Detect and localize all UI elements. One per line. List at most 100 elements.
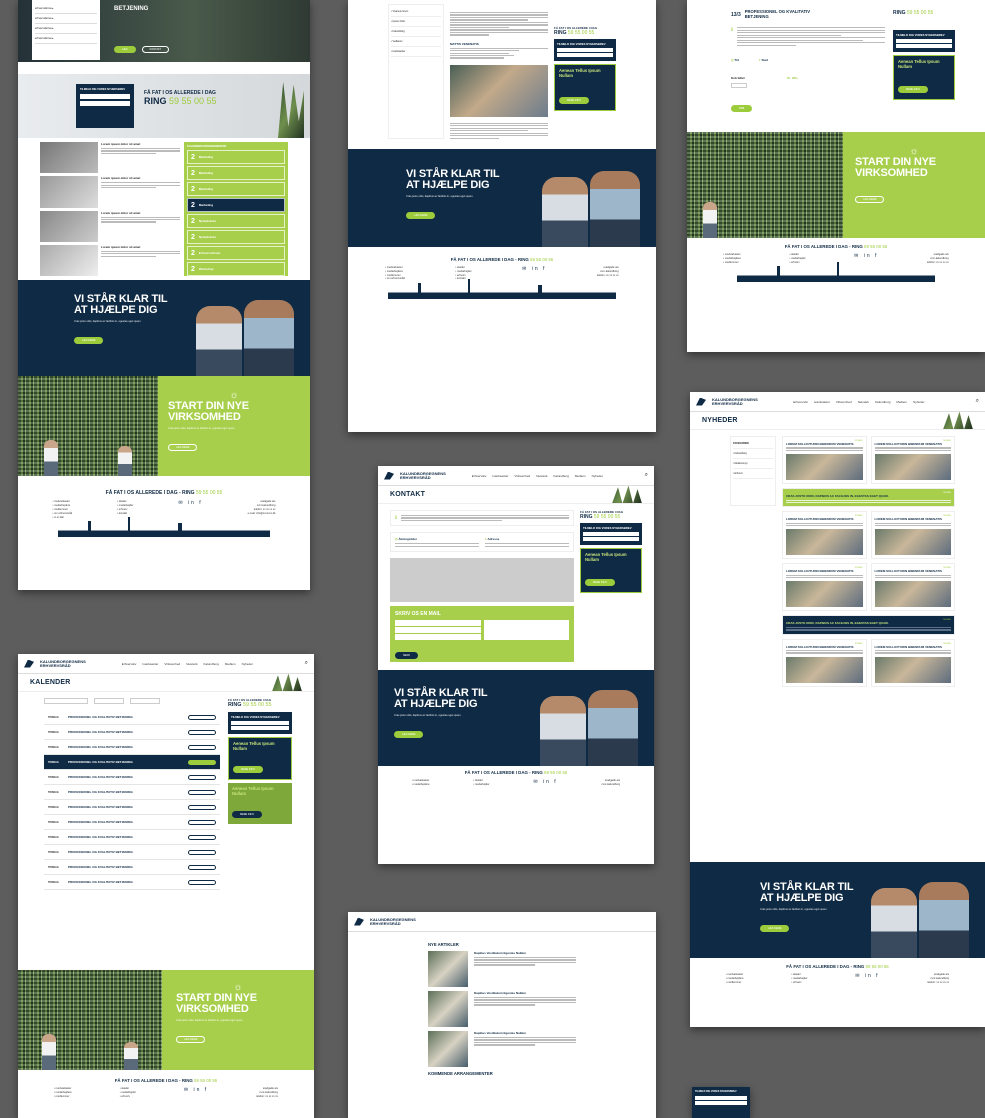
news-card[interactable]: NYHED LOREM SOLLICITUDIN BIBENDUM VENENAT… [870,563,955,612]
calendar-row[interactable]: TIRSDAG PROFESSIONEL OG KVALITATIV BETJEN… [44,725,220,740]
filter-select[interactable] [130,698,160,704]
nav-item[interactable]: Netværk [858,400,869,404]
nav-item[interactable]: Iværksætter [814,400,830,404]
step-item[interactable]: 2 Nyhedsbrev [187,230,285,244]
name-input[interactable] [395,619,481,626]
calendar-row[interactable]: TIRSDAG PROFESSIONEL OG KVALITATIV BETJEN… [44,800,220,815]
side-newsletter-input[interactable] [231,726,289,730]
calendar-row[interactable]: TIRSDAG PROFESSIONEL OG KVALITATIV BETJEN… [44,815,220,830]
calendar-row[interactable]: TIRSDAG PROFESSIONEL OG KVALITATIV BETJEN… [44,830,220,845]
step-item[interactable]: 2 Erhvervsforum [187,246,285,260]
start-cta-button[interactable]: LÆS MERE [855,196,885,204]
step-item[interactable]: 2 Marketing [187,182,285,196]
filter-select[interactable] [94,698,124,704]
nav-item[interactable]: Nyheder [242,662,253,666]
ticket-count[interactable]: Kob billet [731,76,747,88]
featured-news-card[interactable]: NYHED CRAS JUSTO ODIO, DAPIBUS AC FACILIS… [782,615,955,635]
nav-item[interactable]: Kalundborg [204,662,219,666]
phone-input[interactable] [395,633,481,640]
side-newsletter-input[interactable] [557,53,613,57]
nav-item[interactable]: Medlem [225,662,236,666]
side-info-button[interactable]: MERE INFO [233,766,263,774]
side-info-button[interactable]: MERE INFO [898,86,928,94]
calendar-row[interactable]: TIRSDAG PROFESSIONEL OG KVALITATIV BETJEN… [44,710,220,725]
nav-item[interactable]: Iværksætter [142,662,158,666]
calendar-row[interactable]: TIRSDAG PROFESSIONEL OG KVALITATIV BETJEN… [44,860,220,875]
nav-item[interactable]: Netværk [186,662,197,666]
social-icons[interactable]: ✉ in f [522,266,546,282]
buy-button[interactable]: KØB [731,104,753,112]
step-item[interactable]: 2 Marketing [187,150,285,164]
newsletter-input[interactable] [695,1101,747,1105]
article-item[interactable]: Dapibus Vestibulum Egestas Nullam [428,991,576,1027]
calendar-row[interactable]: TIRSDAG PROFESSIONEL OG KVALITATIV BETJEN… [44,740,220,755]
search-icon[interactable]: ⌕ [976,398,979,405]
side-newsletter-input[interactable] [557,48,613,52]
social-icons[interactable]: ✉ in f [178,500,202,519]
side-info-button[interactable]: MERE INFO [232,811,262,819]
help-cta-button[interactable]: LÆS MERE [760,924,790,932]
help-cta-button[interactable]: LÆS MERE [74,336,104,344]
side-newsletter-input[interactable] [896,39,952,43]
step-item[interactable]: 2 Marketing [187,166,285,180]
side-newsletter-input[interactable] [896,44,952,48]
calendar-row-active[interactable]: TIRSDAG PROFESSIONEL OG KVALITATIV BETJEN… [44,755,220,770]
social-icons[interactable]: ✉ in f [533,779,557,787]
article-item[interactable]: Dapibus Vestibulum Egestas Nullam [428,1031,576,1067]
help-cta-button[interactable]: LÆS MERE [394,730,424,738]
news-card[interactable]: NYHED LOREM SOLLICITUDIN BIBENDUM VENENAT… [870,511,955,560]
news-card[interactable]: NYHED LOREM SOLLICITUDIN BIBENDUM VENENAT… [782,638,867,687]
side-newsletter-input[interactable] [583,532,639,536]
social-icons[interactable]: ✉ in f [854,253,878,265]
send-button[interactable]: SEND [395,651,418,659]
step-item-active[interactable]: 2 Marketing [187,198,285,212]
nav-item[interactable]: Medlem [575,474,586,478]
nav-item[interactable]: Erhvervsliv [472,474,487,478]
newsletter-input[interactable] [695,1096,747,1100]
newsletter-name-input[interactable] [80,94,130,99]
filter-select[interactable] [44,698,88,704]
contact-button[interactable]: KONTAKT [141,46,170,53]
news-card[interactable]: NYHED LOREM SOLLICITUDIN BIBENDUM VENENAT… [870,638,955,687]
step-item[interactable]: 2 Nyhedsbrev [187,214,285,228]
side-info-button[interactable]: MERE INFO [585,579,615,587]
start-cta-button[interactable]: LÆS MERE [168,443,198,451]
start-cta-button[interactable]: LÆS MERE [176,1035,206,1043]
side-info-button[interactable]: MERE INFO [559,97,589,105]
calendar-row[interactable]: TIRSDAG PROFESSIONEL OG KVALITATIV BETJEN… [44,875,220,890]
calendar-row[interactable]: TIRSDAG PROFESSIONEL OG KVALITATIV BETJEN… [44,785,220,800]
search-icon[interactable]: ⌕ [305,660,308,667]
article-item[interactable]: Dapibus Vestibulum Egestas Nullam [428,951,576,987]
help-cta-button[interactable]: LÆS MERE [406,211,436,219]
nav-item[interactable]: Virksomhed [836,400,852,404]
calendar-row[interactable]: TIRSDAG PROFESSIONEL OG KVALITATIV BETJEN… [44,845,220,860]
side-newsletter-input[interactable] [583,537,639,541]
email-input[interactable] [395,626,481,633]
message-input[interactable] [483,619,569,640]
nav-item[interactable]: Erhvervsliv [122,662,137,666]
nav-item[interactable]: Nyheder [913,400,924,404]
nav-item[interactable]: Iværksætter [492,474,508,478]
nav-item[interactable]: Kalundborg [875,400,890,404]
calendar-row[interactable]: TIRSDAG PROFESSIONEL OG KVALITATIV BETJEN… [44,770,220,785]
social-icons[interactable]: ✉ in f [184,1087,208,1099]
news-card[interactable]: NYHED LOREM SOLLICITUDIN BIBENDUM VENENAT… [782,511,867,560]
news-card[interactable]: NYHED LOREM SOLLICITUDIN BIBENDUM VENENAT… [782,436,867,485]
read-button[interactable]: LÆS [114,46,136,53]
nav-item[interactable]: Nyheder [592,474,603,478]
nav-item[interactable]: Erhvervsliv [793,400,808,404]
newsletter-email-input[interactable] [80,101,130,106]
news-card[interactable]: NYHED LOREM SOLLICITUDIN BIBENDUM VENENAT… [870,436,955,485]
side-newsletter-input[interactable] [231,721,289,725]
nav-item[interactable]: Virksomhed [164,662,180,666]
site-header: KALUNDBORGEGNENS ERHVERVSRÅD Erhvervsliv… [690,392,985,412]
social-icons[interactable]: ✉ in f [855,973,879,985]
step-item[interactable]: 2 Workshop [187,262,285,276]
nav-item[interactable]: Virksomhed [514,474,530,478]
nav-item[interactable]: Medlem [896,400,907,404]
nav-item[interactable]: Netværk [536,474,547,478]
news-card[interactable]: NYHED LOREM SOLLICITUDIN BIBENDUM VENENAT… [782,563,867,612]
featured-news-card[interactable]: NYHED CRAS JUSTO ODIO, DAPIBUS AC FACILIS… [782,488,955,508]
nav-item[interactable]: Kalundborg [554,474,569,478]
search-icon[interactable]: ⌕ [645,472,648,479]
